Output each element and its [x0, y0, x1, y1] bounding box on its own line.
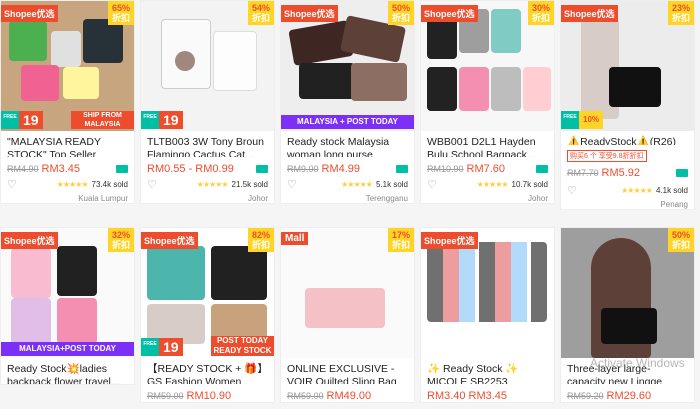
free-shipping-banner: FREE 19	[141, 109, 183, 131]
rating-row: ♡ ★★★★★ 4.1k sold	[567, 184, 688, 197]
product-image[interactable]: 54% 折扣 FREE 19	[141, 1, 274, 131]
star-rating-icon: ★★★★★	[621, 186, 653, 195]
product-title[interactable]: Ready Stock💥ladies backpack flower trave…	[1, 358, 134, 384]
product-title[interactable]: ⚠️ReadyStock⚠️(R26) L...	[561, 131, 694, 145]
product-card[interactable]: Shopee优选 32% 折扣 MALAYSIA+POST TODAY Ready…	[0, 227, 135, 385]
heart-icon[interactable]: ♡	[567, 184, 577, 197]
price-row: RM10.90 RM7.60	[421, 157, 554, 175]
location: Kuala Lumpur	[78, 194, 128, 203]
price-row: RM9.00 RM4.99	[281, 157, 414, 175]
product-title[interactable]: ✨ Ready Stock ✨ MICOLE SB2253 Korean...	[421, 358, 554, 384]
product-card[interactable]: Shopee优选 65% 折扣 FREE 19 SHIP FROM MALAYSIA…	[0, 0, 135, 204]
product-title[interactable]: 【READY STOCK + 🎁】 GS Fashion Women Casu.…	[141, 358, 274, 384]
discount-badge: 17% 折扣	[388, 228, 414, 252]
location: Johor	[247, 194, 268, 203]
mall-badge: Mall	[281, 232, 309, 245]
free-shipping-banner: FREE 10%	[561, 109, 604, 131]
ship-ribbon: MALAYSIA+POST TODAY	[1, 342, 134, 356]
shopee-badge: Shopee优选	[421, 232, 478, 249]
discount-badge: 82% 折扣	[248, 228, 274, 252]
rating-row: ♡ ★★★★★ 5.1k sold	[287, 178, 408, 191]
product-title[interactable]: Ready stock Malaysia woman long purse wa…	[281, 131, 414, 157]
truck-icon	[256, 165, 268, 173]
heart-icon[interactable]: ♡	[287, 178, 297, 191]
star-rating-icon: ★★★★★	[56, 180, 89, 189]
truck-icon	[116, 165, 128, 173]
product-card[interactable]: Shopee优选 82% 折扣 FREE 19 POST TODAY READY S…	[140, 227, 275, 403]
product-card[interactable]: 54% 折扣 FREE 19 TLTB003 3W Tony Broun Flami…	[140, 0, 275, 204]
price-row: RM4.90 RM3.45	[1, 157, 134, 175]
shopee-badge: Shopee优选	[281, 5, 338, 22]
discount-badge: 54% 折扣	[248, 1, 274, 25]
star-rating-icon: ★★★★★	[196, 180, 229, 189]
shopee-badge: Shopee优选	[141, 232, 198, 249]
discount-badge: 23% 折扣	[668, 1, 694, 25]
location: Penang	[660, 200, 688, 209]
product-image[interactable]: 50% 折扣	[561, 228, 694, 358]
product-image[interactable]: Shopee优选 23% 折扣 FREE 10%	[561, 1, 694, 131]
rating-row: ♡ ★★★★★ 21.5k sold	[147, 178, 268, 191]
rating-row: ♡ ★★★★★ 73.4k sold	[7, 178, 128, 191]
free-shipping-banner: FREE 19	[1, 109, 43, 131]
windows-watermark: Activate Windows	[590, 356, 685, 370]
product-card[interactable]: Mall 17% 折扣 ONLINE EXCLUSIVE - VOIR Quilt…	[280, 227, 415, 403]
shopee-badge: Shopee优选	[561, 5, 618, 22]
coupon-badge: 购买6 个 享受9.8折折扣	[567, 150, 647, 162]
location: Johor	[527, 194, 548, 203]
product-title[interactable]: "MALAYSIA READY STOCK" Top Seller Korean…	[1, 131, 134, 157]
heart-icon[interactable]: ♡	[147, 178, 157, 191]
price-row: RM3.40 RM3.45	[427, 390, 508, 402]
ship-ribbon: POST TODAY READY STOCK	[211, 336, 274, 356]
product-image[interactable]: Shopee优选 82% 折扣 FREE 19 POST TODAY READY S…	[141, 228, 274, 358]
star-rating-icon: ★★★★★	[476, 180, 509, 189]
truck-icon	[676, 169, 688, 177]
product-card[interactable]: Shopee优选 ✨ Ready Stock ✨ MICOLE SB2253 K…	[420, 227, 555, 403]
product-card[interactable]: Shopee优选 50% 折扣 MALAYSIA + POST TODAY Rea…	[280, 0, 415, 204]
price-row: RM59.20 RM29.60	[567, 390, 652, 402]
price-row: RM59.00 RM49.00	[287, 390, 372, 402]
product-card[interactable]: Shopee优选 23% 折扣 FREE 10% ⚠️ReadyStock⚠️(R2…	[560, 0, 695, 210]
product-card[interactable]: 50% 折扣 Three-layer large-capacity new Lin…	[560, 227, 695, 403]
free-shipping-banner: FREE 19	[141, 336, 183, 358]
price-row: RM7.70 RM5.92	[561, 163, 694, 181]
product-image[interactable]: Mall 17% 折扣	[281, 228, 414, 358]
ship-ribbon: MALAYSIA + POST TODAY	[281, 115, 414, 129]
discount-badge: 50% 折扣	[668, 228, 694, 252]
product-image[interactable]: Shopee优选 32% 折扣 MALAYSIA+POST TODAY	[1, 228, 134, 358]
heart-icon[interactable]: ♡	[427, 178, 437, 191]
star-rating-icon: ★★★★★	[341, 180, 373, 189]
discount-badge: 65% 折扣	[108, 1, 134, 25]
price-row: RM0.55 - RM0.99	[141, 157, 274, 175]
truck-icon	[536, 165, 548, 173]
discount-badge: 30% 折扣	[528, 1, 554, 25]
shopee-badge: Shopee优选	[1, 232, 58, 249]
product-image[interactable]: Shopee优选 65% 折扣 FREE 19 SHIP FROM MALAYSIA	[1, 1, 134, 131]
ship-ribbon: SHIP FROM MALAYSIA	[71, 111, 134, 129]
rating-row: ♡ ★★★★★ 10.7k sold	[427, 178, 548, 191]
product-image[interactable]: Shopee优选 50% 折扣 MALAYSIA + POST TODAY	[281, 1, 414, 131]
product-title[interactable]: TLTB003 3W Tony Broun Flamingo Cactus Ca…	[141, 131, 274, 157]
shopee-badge: Shopee优选	[421, 5, 478, 22]
product-grid: Shopee优选 65% 折扣 FREE 19 SHIP FROM MALAYSIA…	[0, 0, 700, 409]
product-title[interactable]: ONLINE EXCLUSIVE - VOIR Quilted Sling Ba…	[281, 358, 414, 384]
truck-icon	[396, 165, 408, 173]
product-image[interactable]: Shopee优选 30% 折扣	[421, 1, 554, 131]
product-card[interactable]: Shopee优选 30% 折扣 WBB001 D2L1 Hayden Bulu S…	[420, 0, 555, 204]
discount-badge: 32% 折扣	[108, 228, 134, 252]
product-title[interactable]: WBB001 D2L1 Hayden Bulu School Bagpack..…	[421, 131, 554, 157]
discount-badge: 50% 折扣	[388, 1, 414, 25]
location: Terengganu	[365, 194, 408, 203]
heart-icon[interactable]: ♡	[7, 178, 17, 191]
product-image[interactable]: Shopee优选	[421, 228, 554, 358]
price-row: RM59.00 RM10.90	[147, 390, 232, 402]
shopee-badge: Shopee优选	[1, 5, 58, 22]
